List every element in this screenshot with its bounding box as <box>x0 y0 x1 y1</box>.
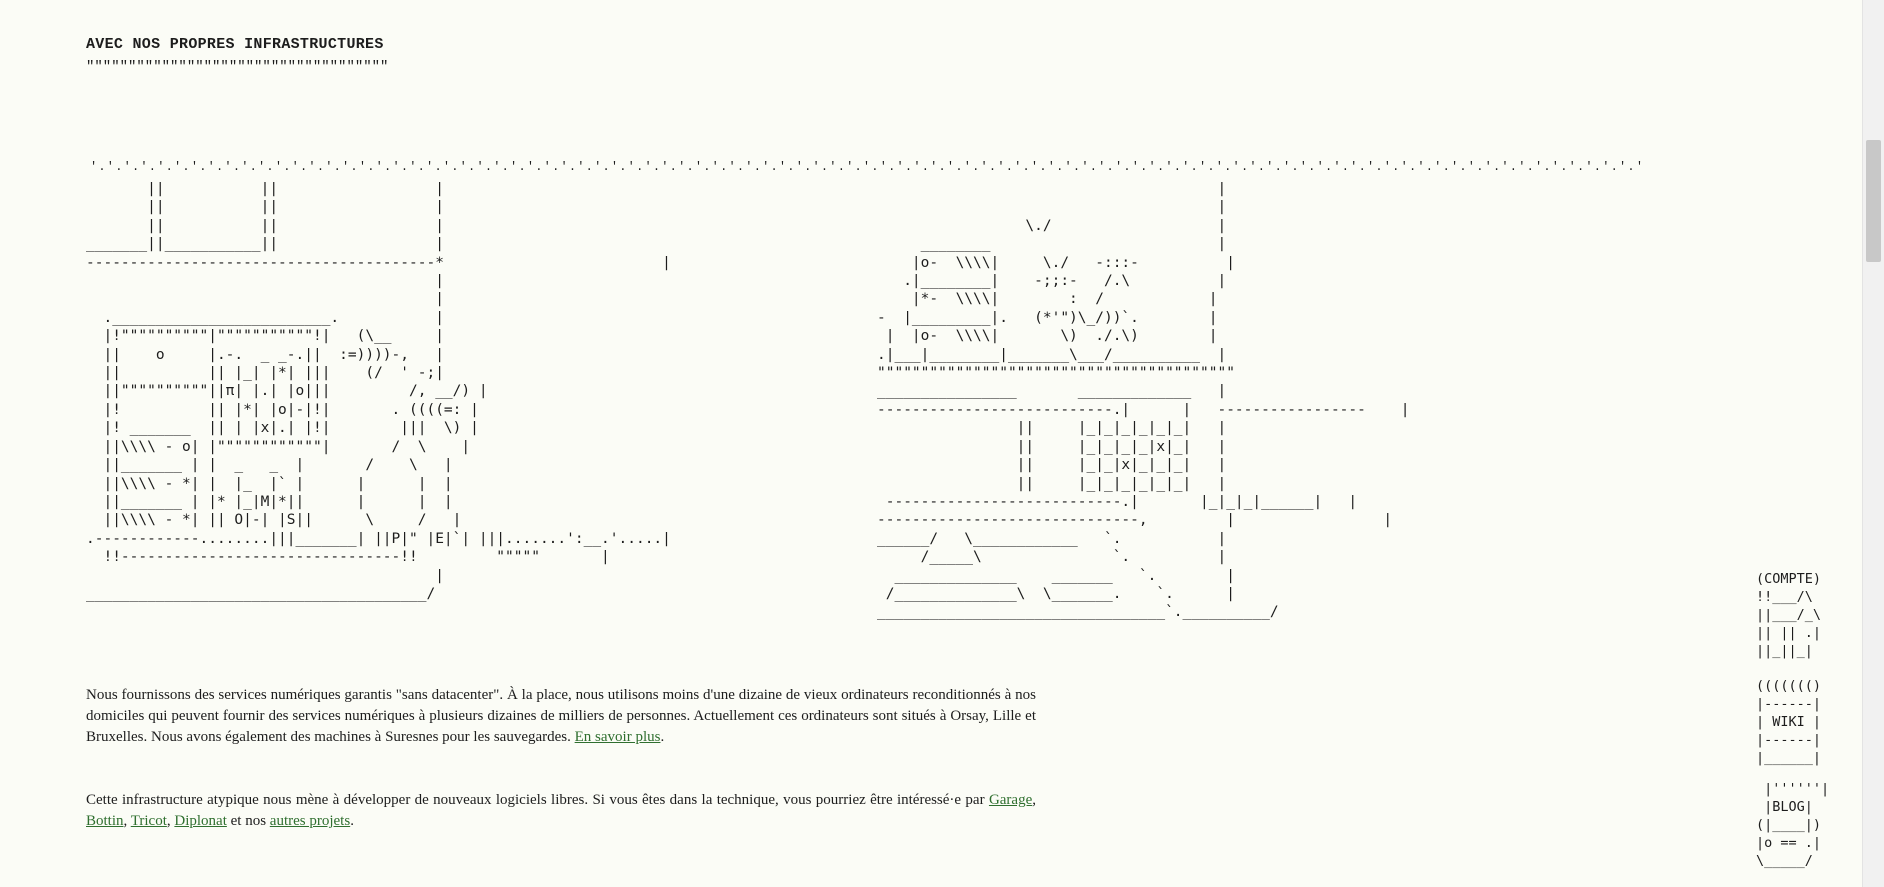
separator: , <box>123 813 131 829</box>
intro-paragraph: Nous fournissons des services numériques… <box>86 685 1036 748</box>
tricot-link[interactable]: Tricot <box>131 813 167 829</box>
software-paragraph: Cette infrastructure atypique nous mène … <box>86 790 1036 832</box>
software-text: Cette infrastructure atypique nous mène … <box>86 792 989 808</box>
software-end: . <box>350 813 354 829</box>
page: AVEC NOS PROPRES INFRASTRUCTURES """""""… <box>0 0 1862 887</box>
intro-text: Nous fournissons des services numériques… <box>86 687 1036 745</box>
nav-wiki-link[interactable]: ((((((() |------| | WIKI | |------| |___… <box>1756 677 1821 767</box>
diplonat-link[interactable]: Diplonat <box>174 813 227 829</box>
separator: , <box>1032 792 1036 808</box>
vertical-scrollbar[interactable] <box>1862 0 1884 887</box>
bottin-link[interactable]: Bottin <box>86 813 124 829</box>
scrollbar-thumb[interactable] <box>1866 140 1881 262</box>
heading-underline: """""""""""""""""""""""""""""""""""" <box>86 59 389 75</box>
nav-compte-link[interactable]: (COMPTE) !!___/\ ||___/_\ || || .| ||_||… <box>1756 570 1821 660</box>
ascii-art-home-rack: || || | || || | || || | _______||_______… <box>86 181 671 602</box>
ascii-art-server-shelf: | | \./ | ________ | |o- \\\\| \./ -:::-… <box>877 181 1410 621</box>
intro-end: . <box>660 729 665 745</box>
section-heading: AVEC NOS PROPRES INFRASTRUCTURES <box>86 36 384 53</box>
and-text: et nos <box>226 813 270 829</box>
garage-link[interactable]: Garage <box>989 792 1032 808</box>
ascii-dot-border: '.'.'.'.'.'.'.'.'.'.'.'.'.'.'.'.'.'.'.'.… <box>90 160 1645 174</box>
nav-blog-link[interactable]: |''''''| |BLOG| (|____|) |o == .| \_____… <box>1756 780 1829 870</box>
other-projects-link[interactable]: autres projets <box>270 813 350 829</box>
learn-more-link[interactable]: En savoir plus <box>575 729 661 745</box>
